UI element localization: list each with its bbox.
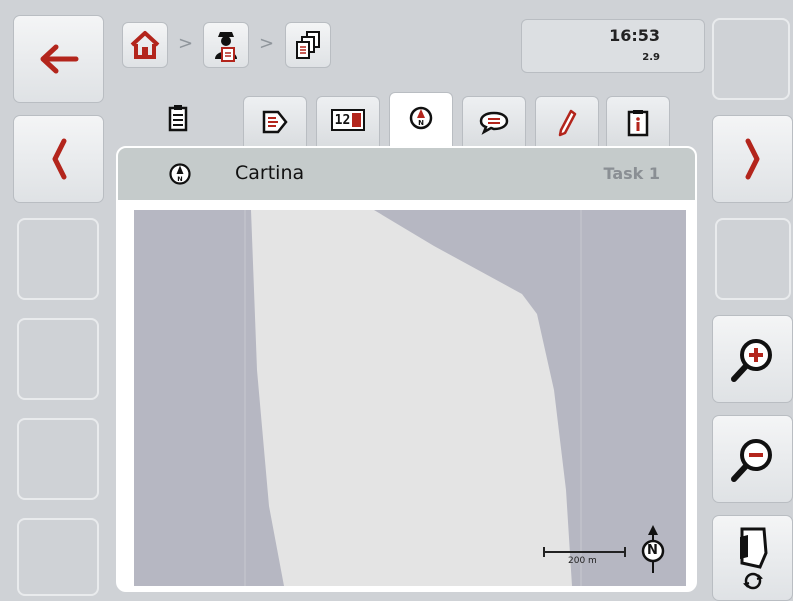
- task-name: Task 1: [603, 164, 660, 183]
- softkey-empty-left-4: [17, 518, 99, 596]
- info-icon: [627, 110, 649, 137]
- back-arrow-icon: [40, 44, 78, 74]
- field-boundary: [251, 210, 572, 586]
- previous-page-button[interactable]: [13, 115, 104, 203]
- page-title: Cartina: [235, 162, 305, 184]
- field-map-canvas: [244, 210, 582, 586]
- pencil-icon: [558, 109, 577, 137]
- breadcrumb-separator: >: [259, 33, 275, 54]
- back-button[interactable]: [13, 15, 104, 103]
- workflow-icon: [262, 110, 288, 134]
- counters-label: 12: [334, 112, 351, 128]
- task-copy-icon: [296, 31, 320, 59]
- softkey-empty-right-2: [715, 218, 791, 300]
- zoom-out-button[interactable]: [712, 415, 793, 503]
- field-map[interactable]: 200 m N: [134, 210, 686, 586]
- breadcrumb-home[interactable]: [122, 22, 168, 68]
- tab-task-list[interactable]: [146, 100, 210, 146]
- softkey-empty-left-3: [17, 418, 99, 500]
- previous-page-icon: [52, 138, 66, 180]
- panel-compass-icon: N: [169, 163, 191, 185]
- tab-edit[interactable]: [535, 96, 599, 146]
- breadcrumb-farmer[interactable]: [203, 22, 249, 68]
- home-icon: [130, 31, 160, 59]
- comment-icon: [479, 111, 509, 135]
- softkey-empty-right-1: [712, 18, 790, 100]
- counters-icon: 12: [330, 109, 366, 131]
- status-time: 16:53: [609, 26, 660, 45]
- map-panel: N Cartina Task 1 200 m N: [116, 146, 697, 592]
- north-label: N: [647, 543, 658, 558]
- clipboard-icon: [168, 105, 188, 132]
- tab-info[interactable]: [606, 96, 670, 146]
- tab-notes[interactable]: [462, 96, 526, 146]
- scale-label: 200 m: [568, 556, 597, 566]
- map-orientation-icon: [739, 527, 768, 590]
- panel-header: N Cartina Task 1: [118, 148, 695, 200]
- svg-text:N: N: [418, 119, 424, 127]
- next-page-button[interactable]: [712, 115, 793, 203]
- svg-text:N: N: [177, 175, 182, 183]
- farmer-contact-icon: [215, 32, 237, 62]
- map-compass-icon: N: [409, 106, 433, 130]
- zoom-in-button[interactable]: [712, 315, 793, 403]
- tab-map[interactable]: N: [389, 92, 453, 148]
- zoom-in-icon: [730, 339, 772, 382]
- map-orientation-button[interactable]: [712, 515, 793, 601]
- status-version: 2.9: [642, 52, 660, 63]
- next-page-icon: [745, 138, 759, 180]
- softkey-empty-left-2: [17, 318, 99, 400]
- status-box: 16:53 2.9: [521, 19, 705, 73]
- tab-counters[interactable]: 12: [316, 96, 380, 146]
- breadcrumb-separator: >: [178, 33, 194, 54]
- zoom-out-icon: [730, 439, 772, 482]
- tab-workflow[interactable]: [243, 96, 307, 146]
- counters-digit-box: [352, 113, 362, 127]
- breadcrumb-task[interactable]: [285, 22, 331, 68]
- softkey-empty-left-1: [17, 218, 99, 300]
